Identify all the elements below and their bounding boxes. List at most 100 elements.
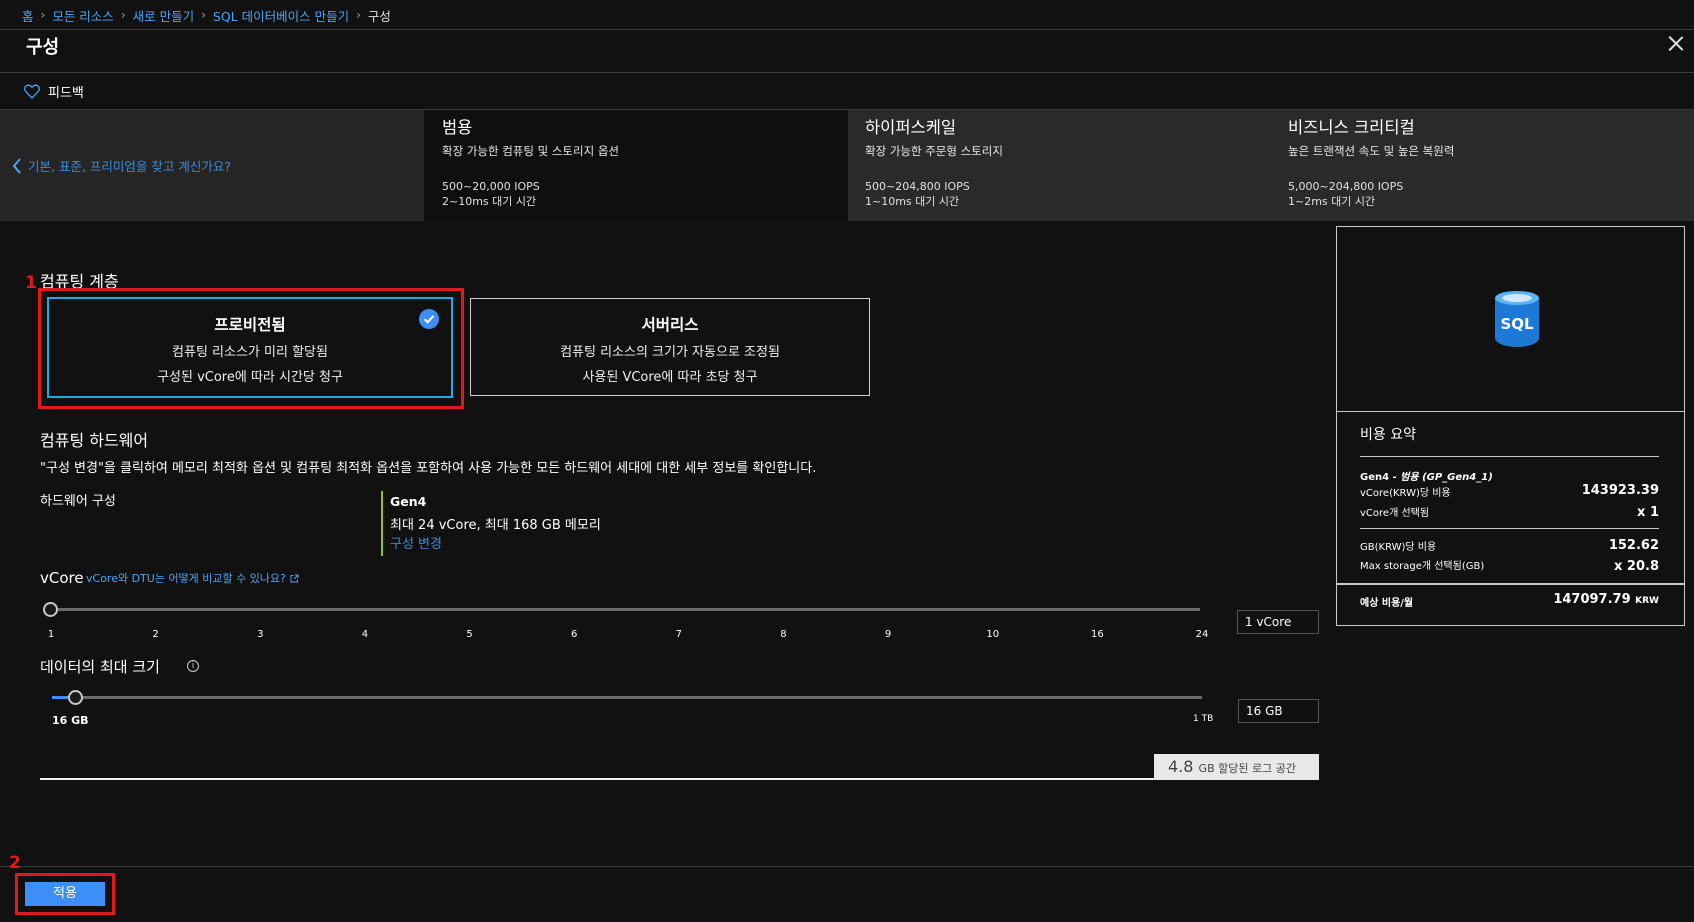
storage-selected-value: x 20.8 [1614,559,1659,574]
checkmark-icon [419,309,439,329]
summary-generation: Gen4 - 범용 (GP_Gen4_1) [1360,468,1493,483]
vcore-tick-label: 4 [361,629,369,640]
storage-selected-label: Max storage개 선택됨(GB) [1360,561,1485,572]
tier-latency: 1~10ms 대기 시간 [865,195,960,208]
vcore-tick-label: 3 [257,629,264,640]
basic-standard-premium-link[interactable]: 기본, 표준, 프리미엄을 찾고 계신가요? [0,110,424,221]
vcore-value: 1 vCore [1245,615,1292,629]
tier-business-critical[interactable]: 비즈니스 크리티컬 높은 트랜잭션 속도 및 높은 복원력 5,000~204,… [1270,110,1694,221]
divider [1337,411,1684,412]
feedback-label: 피드백 [48,86,84,101]
divider [1337,583,1684,585]
chevron-right-icon: › [120,8,126,22]
monthly-estimate-value: 147097.79 [1553,592,1631,607]
vcore-slider-thumb[interactable] [43,602,58,617]
tier-iops: 500~204,800 IOPS [865,180,970,193]
step-marker-1: 1 [25,273,37,293]
cost-summary-panel: SQL 비용 요약 Gen4 - 범용 (GP_Gen4_1) vCore(KR… [1336,226,1685,626]
vcore-tick-label: 16 [1090,629,1104,640]
tier-iops: 500~20,000 IOPS [442,180,540,193]
vcore-cost-label: vCore(KRW)당 비용 [1360,488,1451,499]
step-marker-2: 2 [9,853,21,873]
apply-button[interactable]: 적용 [25,882,105,906]
card-title: 서버리스 [641,316,699,334]
vcore-tick-label: 10 [986,629,1000,640]
data-size-value-input[interactable]: 16 GB [1238,699,1319,723]
breadcrumb-all-resources[interactable]: 모든 리소스 [52,6,113,25]
serverless-card[interactable]: 서버리스 컴퓨팅 리소스의 크기가 자동으로 조정됨 사용된 VCore에 따라… [470,298,870,396]
chevron-right-icon: › [201,8,206,22]
breadcrumb-create-new[interactable]: 새로 만들기 [133,6,194,25]
chevron-left-icon [12,157,21,174]
external-link-icon [290,574,299,582]
card-line: 컴퓨팅 리소스가 미리 할당됨 [172,345,328,360]
monthly-estimate-label: 예상 비용/월 [1360,598,1414,609]
heart-icon [24,84,40,99]
hardware-spec: 최대 24 vCore, 최대 168 GB 메모리 [390,518,601,533]
vcore-tick-label: 1 [47,629,55,640]
hardware-config-label: 하드웨어 구성 [40,494,116,509]
chevron-right-icon: › [40,8,46,22]
divider [0,866,1694,867]
tier-name: 비즈니스 크리티컬 [1288,118,1415,137]
breadcrumb-current: 구성 [367,8,391,24]
close-icon[interactable] [1666,34,1686,54]
divider [1360,528,1659,529]
currency-label: KRW [1635,596,1659,606]
tier-iops: 5,000~204,800 IOPS [1288,180,1404,193]
breadcrumb-create-sql-db[interactable]: SQL 데이터베이스 만들기 [213,6,349,25]
breadcrumb-home[interactable]: 홈 [22,6,34,25]
card-line: 컴퓨팅 리소스의 크기가 자동으로 조정됨 [560,345,780,360]
data-size-value: 16 GB [1246,704,1283,718]
sql-database-icon: SQL [1494,290,1540,352]
tier-name: 범용 [442,118,473,137]
provisioned-card[interactable]: 프로비전됨 컴퓨팅 리소스가 미리 할당됨 구성된 vCore에 따라 시간당 … [47,297,453,398]
card-line: 구성된 vCore에 따라 시간당 청구 [157,370,343,385]
vcore-count-label: vCore개 선택됨 [1360,508,1430,519]
data-size-min-label: 16 GB [52,714,89,727]
tier-name: 하이퍼스케일 [865,118,957,137]
tier-latency: 1~2ms 대기 시간 [1288,195,1376,208]
change-configuration-link[interactable]: 구성 변경 [390,533,442,552]
log-space-unit: GB 할당된 로그 공간 [1198,762,1296,775]
data-size-slider-fill [52,696,70,699]
vcore-tick-label: 5 [466,629,473,640]
divider [0,29,1694,30]
gb-cost-value: 152.62 [1608,538,1659,553]
vcore-tick-label: 24 [1195,629,1209,640]
vcore-cost-value: 143923.39 [1581,483,1659,498]
log-space-amount: 4.8 [1168,757,1194,776]
data-size-slider-track[interactable] [52,696,1202,699]
vcore-tick-label: 2 [152,629,159,640]
card-line: 사용된 VCore에 따라 초당 청구 [582,370,758,385]
data-size-max-label: 1 TB [1193,714,1214,724]
cost-summary-heading: 비용 요약 [1360,427,1416,443]
feedback-button[interactable]: 피드백 [24,82,84,101]
hardware-accent-bar [381,491,383,556]
vcore-tick-label: 6 [570,629,578,640]
chevron-right-icon: › [356,8,361,22]
card-title: 프로비전됨 [214,316,286,334]
vcore-slider-track[interactable] [50,608,1200,611]
divider [1360,456,1659,457]
vcore-dtu-compare-label: vCore와 DTU는 어떻게 비교할 수 있나요? [86,572,286,585]
tier-description: 확장 가능한 주문형 스토리지 [865,144,1003,158]
compute-hardware-heading: 컴퓨팅 하드웨어 [40,431,149,450]
tier-hyperscale[interactable]: 하이퍼스케일 확장 가능한 주문형 스토리지 500~204,800 IOPS … [847,110,1271,221]
sql-icon-text: SQL [1500,315,1534,333]
breadcrumb: 홈 › 모든 리소스 › 새로 만들기 › SQL 데이터베이스 만들기 › 구… [22,6,391,24]
vcore-tick-label: 9 [884,629,892,640]
info-icon[interactable]: i [187,660,199,672]
divider [0,72,1694,73]
max-data-size-label: 데이터의 최대 크기 [40,658,160,676]
tier-general-purpose[interactable]: 범용 확장 가능한 컴퓨팅 및 스토리지 옵션 500~20,000 IOPS … [424,110,848,221]
vcore-dtu-compare-link[interactable]: vCore와 DTU는 어떻게 비교할 수 있나요? [86,570,299,586]
vcore-tick-label: 7 [675,629,682,640]
monthly-estimate: 147097.79 KRW [1497,592,1659,607]
gb-cost-label: GB(KRW)당 비용 [1360,542,1437,553]
data-size-slider-thumb[interactable] [68,690,84,705]
basic-standard-premium-label: 기본, 표준, 프리미엄을 찾고 계신가요? [28,159,231,174]
vcore-count-value: x 1 [1637,505,1659,520]
vcore-value-input[interactable]: 1 vCore [1237,610,1319,634]
hardware-description: "구성 변경"을 클릭하여 메모리 최적화 옵션 및 컴퓨팅 최적화 옵션을 포… [40,461,817,476]
